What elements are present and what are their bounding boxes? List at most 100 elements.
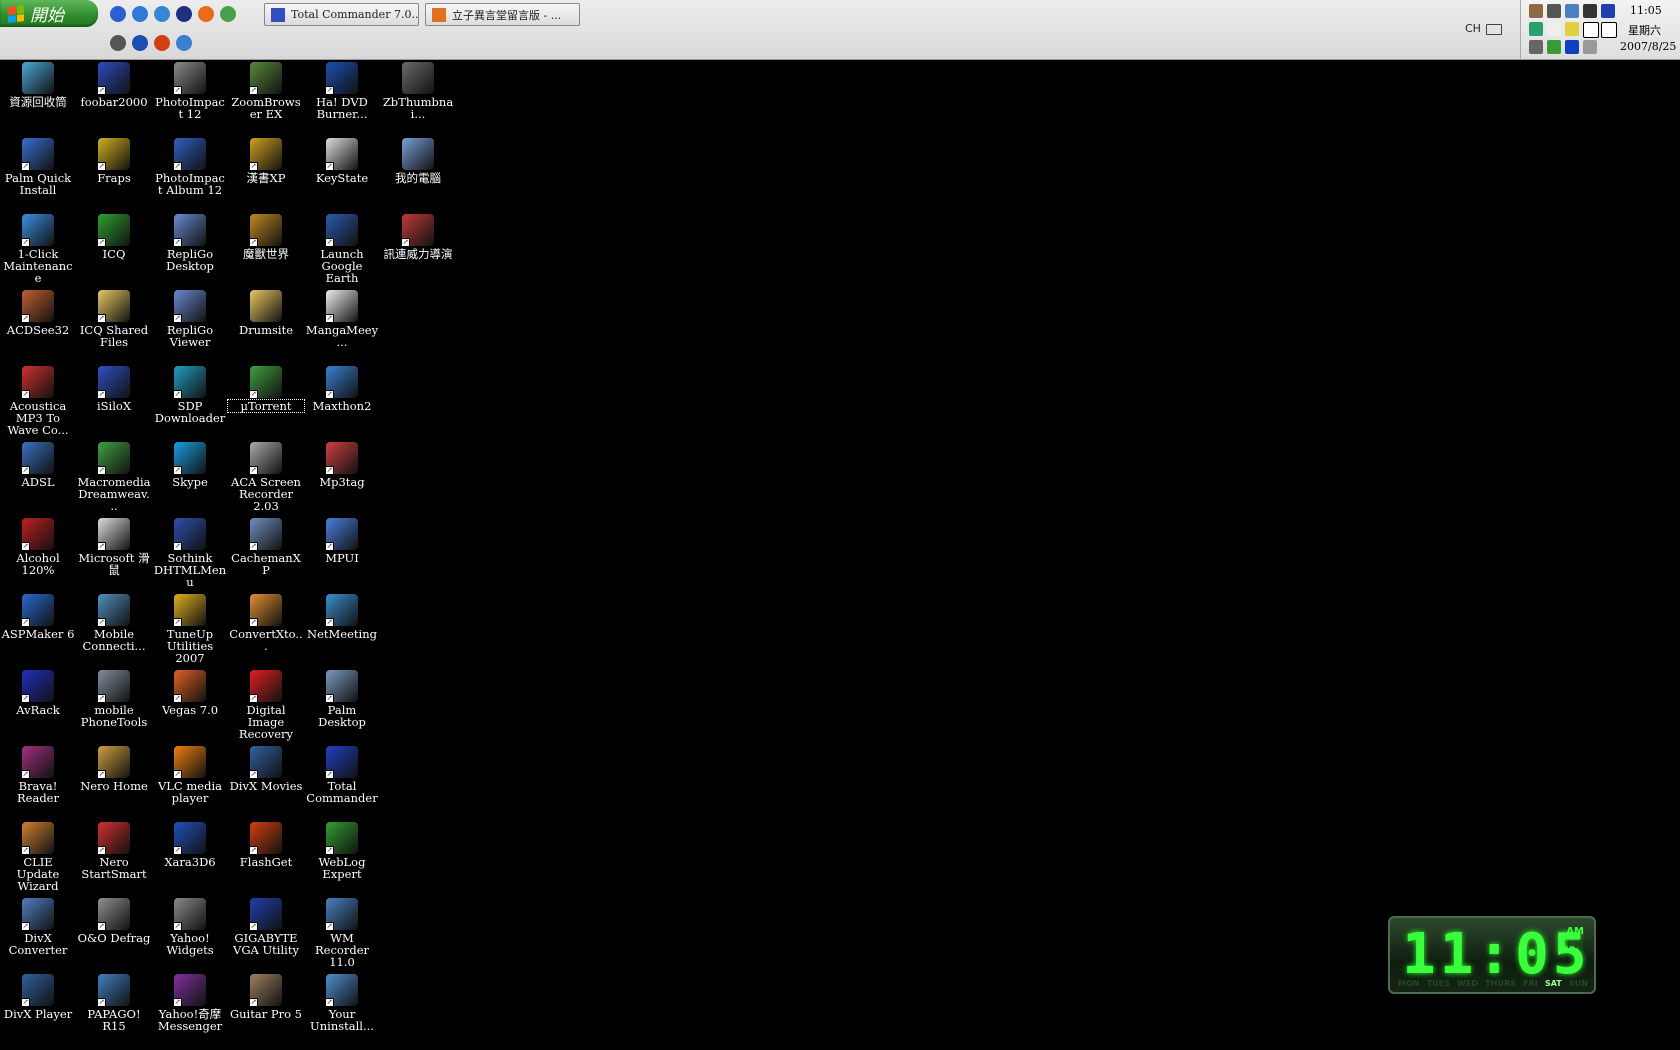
desktop-icon[interactable]: ↗ MangaMeey... [304,288,380,348]
desktop-icon[interactable]: ↗ 訊連威力導演 [380,212,456,260]
desktop-icon[interactable]: ↗ Ha! DVD Burner... [304,60,380,120]
ie-icon[interactable] [132,6,148,22]
desktop-icon[interactable]: ↗ ASPMaker 6 [0,592,76,640]
desktop-icon[interactable]: ↗ Skype [152,440,228,488]
desktop-icon[interactable]: ↗ Nero Home [76,744,152,792]
desktop-icon[interactable]: ↗ O&O Defrag [76,896,152,944]
desktop-icon[interactable]: ↗ ICQ Shared Files [76,288,152,348]
desktop-icon[interactable]: ↗ µTorrent [227,364,305,413]
clock-time[interactable]: 11:05 [1630,4,1662,17]
start-button[interactable]: 開始 [0,0,98,27]
desktop-icon[interactable]: ↗ SDP Downloader [152,364,228,424]
desktop-icon[interactable]: ↗ Mobile Connecti... [76,592,152,652]
desktop-icon[interactable]: Drumsite [228,288,304,336]
desktop-icon[interactable]: ↗ DivX Movies [228,744,304,792]
firefox-icon[interactable] [198,6,214,22]
desktop-icon[interactable]: ↗ FlashGet [228,820,304,868]
tray-caps-lock-icon[interactable] [1583,22,1599,38]
desktop-icon[interactable]: ↗ WebLog Expert [304,820,380,880]
desktop-icon[interactable]: ↗ ACA Screen Recorder 2.03 [228,440,304,512]
desktop-icon[interactable]: ↗ Palm Quick Install [0,136,76,196]
desktop-icon[interactable]: ↗ ConvertXto... [228,592,304,652]
desktop-icon[interactable]: ↗ Maxthon2 [304,364,380,412]
desktop-icon[interactable]: ↗ 漢書XP [228,136,304,184]
keyboard-icon[interactable] [1486,24,1502,35]
desktop-icon[interactable]: ↗ Vegas 7.0 [152,668,228,716]
desktop-icon[interactable]: ↗ MPUI [304,516,380,564]
desktop-icon[interactable]: ↗ Palm Desktop [304,668,380,728]
desktop-icon[interactable]: ↗ AvRack [0,668,76,716]
desktop-icon[interactable]: ↗ RepliGo Viewer [152,288,228,348]
tray-network-icon[interactable] [1565,4,1579,18]
desktop-icon[interactable]: ↗ Launch Google Earth [304,212,380,284]
desktop-icon[interactable]: ↗ WM Recorder 11.0 [304,896,380,968]
taskbar-button[interactable]: 立子異言堂留言版 - ... [425,3,580,26]
desktop-icon[interactable]: ↗ mobile PhoneTools [76,668,152,728]
desktop-icon[interactable]: ↗ GIGABYTE VGA Utility [228,896,304,956]
desktop-icon[interactable]: ↗ Yahoo! Widgets [152,896,228,956]
desktop-icon[interactable]: ZbThumbnai... [380,60,456,120]
desktop-icon[interactable]: ↗ PAPAGO! R15 [76,972,152,1032]
language-indicator[interactable]: CH [1465,22,1481,35]
maxthon-icon[interactable] [176,35,192,51]
desktop-icon[interactable]: ↗ Macromedia Dreamweav... [76,440,152,512]
desktop-icon[interactable]: ↗ RepliGo Desktop [152,212,228,272]
desktop-icon[interactable]: ↗ PhotoImpact Album 12 [152,136,228,196]
desktop-icon[interactable]: 我的電腦 [380,136,456,184]
desktop-icon[interactable]: ↗ KeyState [304,136,380,184]
desktop-icon[interactable]: ↗ ICQ [76,212,152,260]
desktop-icon[interactable]: ↗ Yahoo!奇摩 Messenger [152,972,228,1032]
media-player-icon[interactable] [110,6,126,22]
desktop-icon[interactable]: ↗ Digital Image Recovery [228,668,304,740]
tray-gigabyte-icon[interactable] [1601,4,1615,18]
desktop-icon[interactable]: ↗ Guitar Pro 5 [228,972,304,1020]
desktop-icon[interactable]: ↗ VLC media player [152,744,228,804]
tray-880-icon[interactable] [1565,22,1579,36]
desktop-icon[interactable]: ↗ Brava! Reader [0,744,76,804]
desktop-icon[interactable]: ↗ Nero StartSmart [76,820,152,880]
tray-pc-icon[interactable] [1547,4,1561,18]
desktop-icon[interactable]: 資源回收筒 [0,60,76,108]
desktop-icon[interactable]: ↗ iSiloX [76,364,152,412]
desktop-icon[interactable]: ↗ Your Uninstall... [304,972,380,1032]
outlook-icon[interactable] [154,6,170,22]
desktop-icon[interactable]: ↗ 1-Click Maintenance [0,212,76,284]
flashget-icon[interactable] [154,35,170,51]
clock-widget[interactable]: 11:05 AM PM MON TUES WED THURS FRI SAT SUN [1388,916,1596,994]
desktop-icon[interactable]: ↗ CachemanXP [228,516,304,576]
desktop-icon[interactable]: ↗ ADSL [0,440,76,488]
desktop-icon[interactable]: ↗ Xara3D6 [152,820,228,868]
desktop-icon[interactable]: ↗ NetMeeting [304,592,380,640]
network-icon[interactable] [220,6,236,22]
shortcut-arrow-icon: ↗ [325,846,334,855]
tray-speaker-icon[interactable] [1583,4,1597,18]
ha-icon[interactable] [132,35,148,51]
desktop-icon[interactable]: ↗ PhotoImpact 12 [152,60,228,120]
desktop-icon[interactable]: ↗ CLIE Update Wizard [0,820,76,892]
desktop-icon[interactable]: ↗ DivX Player [0,972,76,1020]
tray-play-icon[interactable] [1565,40,1579,54]
desktop-icon[interactable]: ↗ Sothink DHTMLMenu [152,516,228,588]
desktop-icon[interactable]: ↗ Alcohol 120% [0,516,76,576]
tray-arrow-icon[interactable] [1529,40,1543,54]
desktop-icon[interactable]: ↗ Mp3tag [304,440,380,488]
tray-color-icon[interactable] [1547,40,1561,54]
spy-icon[interactable] [110,35,126,51]
desktop-icon[interactable]: ↗ Fraps [76,136,152,184]
tray-misc-icon[interactable] [1583,40,1597,54]
desktop-icon[interactable]: ↗ Total Commander [304,744,380,804]
save-icon[interactable] [176,6,192,22]
desktop-icon[interactable]: ↗ ZoomBrowser EX [228,60,304,120]
taskbar-button[interactable]: Total Commander 7.0... [264,3,419,26]
desktop-icon[interactable]: ↗ TuneUp Utilities 2007 [152,592,228,664]
desktop-icon[interactable]: ↗ Microsoft 滑鼠 [76,516,152,576]
desktop-icon[interactable]: ↗ ACDSee32 [0,288,76,336]
tray-blank-icon[interactable] [1547,22,1561,36]
desktop-icon[interactable]: ↗ DivX Converter [0,896,76,956]
tray-num-lock-icon[interactable] [1601,22,1617,38]
tray-q-icon[interactable] [1529,22,1543,36]
desktop-icon[interactable]: ↗ Acoustica MP3 To Wave Co... [0,364,76,436]
desktop-icon[interactable]: ↗ foobar2000 [76,60,152,108]
tray-user-icon[interactable] [1529,4,1543,18]
desktop-icon[interactable]: ↗ 魔獸世界 [228,212,304,260]
